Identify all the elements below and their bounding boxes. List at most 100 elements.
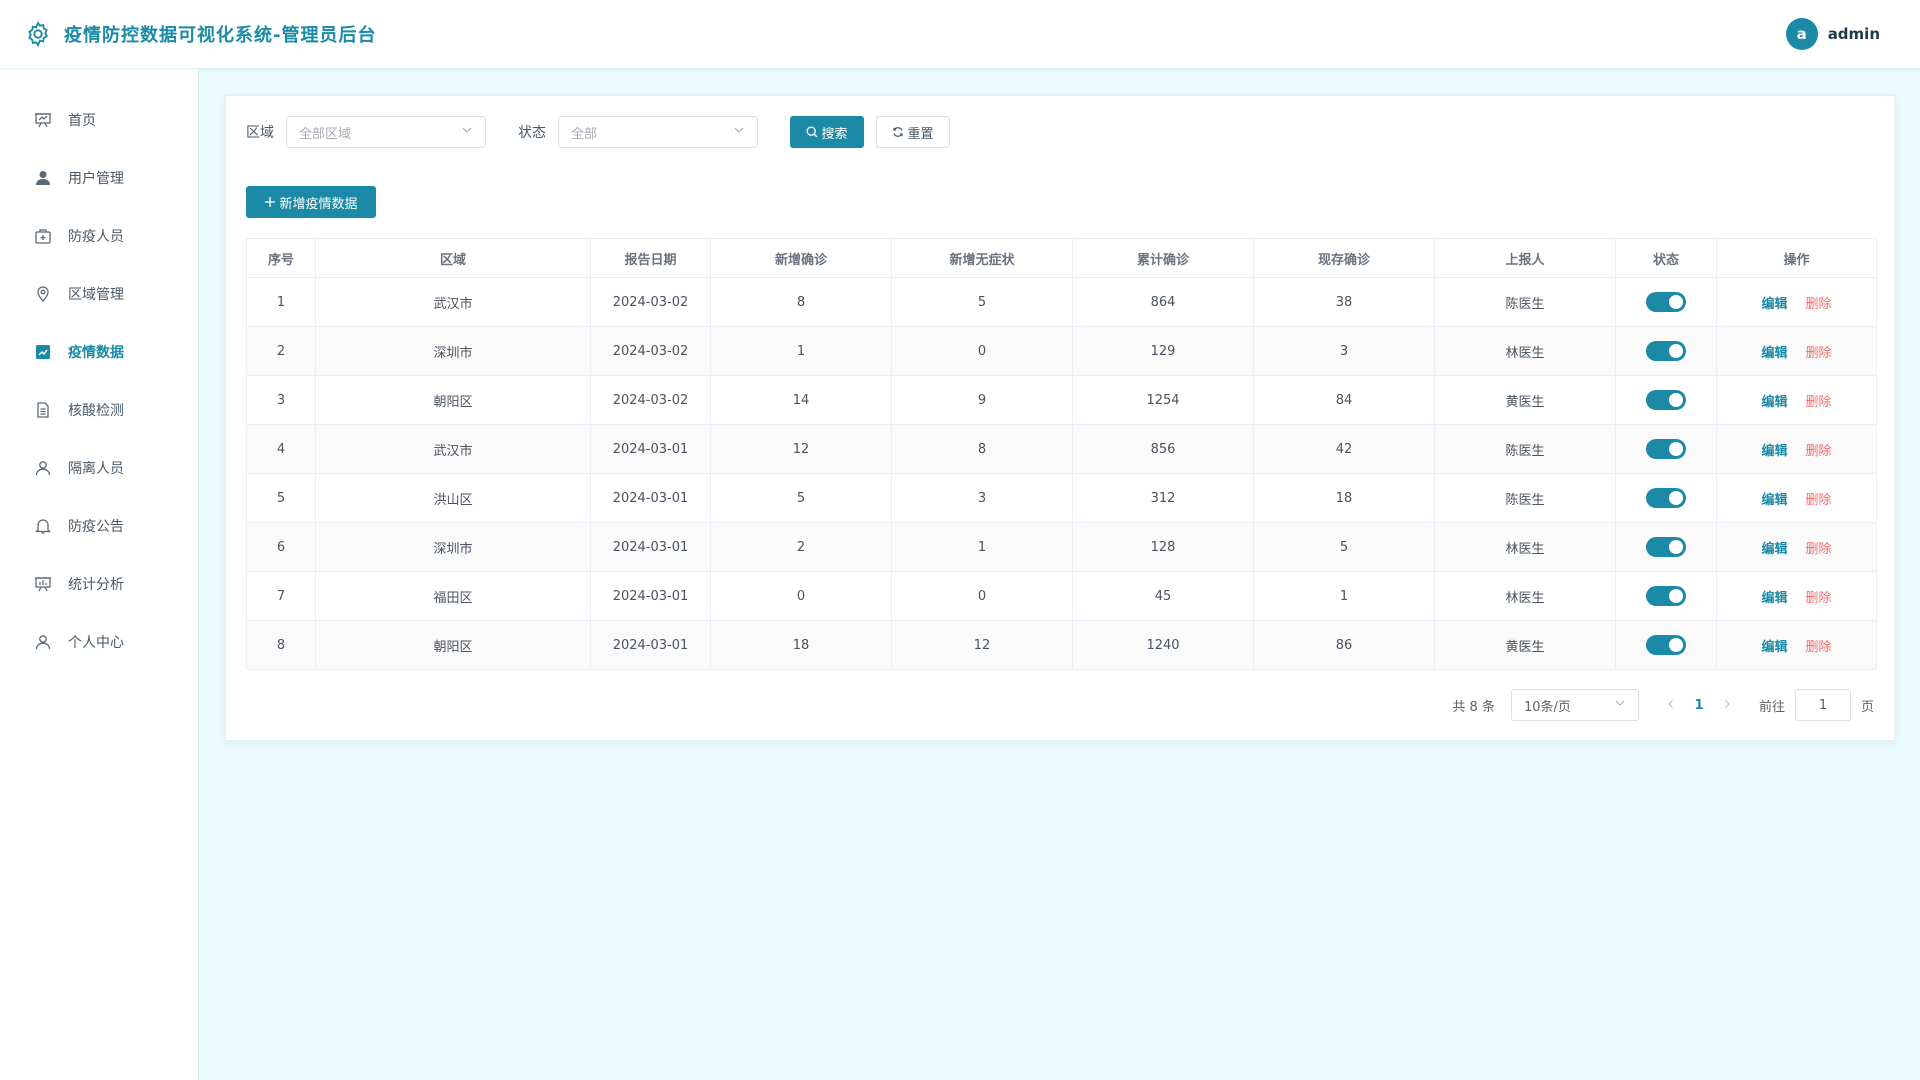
sidebar-item-regions[interactable]: 区域管理 — [0, 265, 198, 323]
status-toggle[interactable] — [1646, 635, 1686, 655]
edit-link[interactable]: 编辑 — [1761, 297, 1787, 312]
edit-link[interactable]: 编辑 — [1761, 395, 1787, 410]
sidebar-item-label: 隔离人员 — [68, 461, 124, 477]
edit-link[interactable]: 编辑 — [1761, 591, 1787, 606]
cell-date: 2024-03-01 — [590, 473, 711, 523]
refresh-icon — [893, 127, 904, 137]
app-title: 疫情防控数据可视化系统-管理员后台 — [64, 25, 377, 46]
cell-actions: 编辑 删除 — [1716, 473, 1877, 523]
sidebar-item-users[interactable]: 用户管理 — [0, 149, 198, 207]
username[interactable]: admin — [1828, 25, 1880, 43]
pagination: 共 8 条 10条/页 1 前往 1 页 — [1452, 689, 1874, 721]
edit-link[interactable]: 编辑 — [1761, 444, 1787, 459]
toggle-knob — [1669, 393, 1683, 407]
cell-reporter: 陈医生 — [1434, 473, 1616, 523]
edit-link[interactable]: 编辑 — [1761, 346, 1787, 361]
cell-new-asymptomatic: 9 — [891, 375, 1073, 425]
prev-page-button[interactable] — [1659, 698, 1683, 713]
sidebar-item-quarantine[interactable]: 隔离人员 — [0, 439, 198, 497]
sidebar-item-statistics[interactable]: 统计分析 — [0, 555, 198, 613]
cell-current-confirmed: 42 — [1253, 424, 1435, 474]
sidebar-item-epidemic-data[interactable]: 疫情数据 — [0, 323, 198, 381]
table-header-row: 序号 区域 报告日期 新增确诊 新增无症状 累计确诊 现存确诊 上报人 状态 操… — [246, 238, 1877, 278]
status-toggle[interactable] — [1646, 292, 1686, 312]
cell-actions: 编辑 删除 — [1716, 277, 1877, 327]
delete-link[interactable]: 删除 — [1806, 297, 1832, 312]
column-header: 序号 — [246, 238, 316, 278]
cell-status — [1615, 620, 1717, 670]
table-row: 1 武汉市 2024-03-02 8 5 864 38 陈医生 编辑 删除 — [246, 277, 1877, 327]
cell-total-confirmed: 128 — [1072, 522, 1254, 572]
cell-region: 朝阳区 — [315, 375, 591, 425]
cell-new-asymptomatic: 5 — [891, 277, 1073, 327]
status-toggle[interactable] — [1646, 488, 1686, 508]
toggle-knob — [1669, 295, 1683, 309]
region-filter-label: 区域 — [246, 125, 274, 141]
delete-link[interactable]: 删除 — [1806, 444, 1832, 459]
search-button[interactable]: 搜索 — [790, 116, 864, 148]
cell-no: 8 — [246, 620, 316, 670]
sidebar-item-nucleic-test[interactable]: 核酸检测 — [0, 381, 198, 439]
status-toggle[interactable] — [1646, 537, 1686, 557]
user-menu[interactable]: a admin — [1785, 18, 1880, 50]
cell-reporter: 黄医生 — [1434, 620, 1616, 670]
column-header: 现存确诊 — [1253, 238, 1435, 278]
cell-date: 2024-03-02 — [590, 375, 711, 425]
cell-status — [1615, 473, 1717, 523]
cell-current-confirmed: 3 — [1253, 326, 1435, 376]
cell-status — [1615, 522, 1717, 572]
sidebar-item-announcements[interactable]: 防疫公告 — [0, 497, 198, 555]
add-epidemic-data-button[interactable]: 新增疫情数据 — [246, 186, 376, 218]
status-select[interactable]: 全部 — [558, 116, 758, 148]
page-size-select[interactable]: 10条/页 — [1510, 689, 1639, 721]
cell-date: 2024-03-02 — [590, 277, 711, 327]
cell-date: 2024-03-01 — [590, 522, 711, 572]
cell-new-asymptomatic: 12 — [891, 620, 1073, 670]
person-icon — [34, 459, 52, 477]
next-page-button[interactable] — [1715, 698, 1739, 713]
cell-region: 武汉市 — [315, 277, 591, 327]
cell-current-confirmed: 86 — [1253, 620, 1435, 670]
cell-region: 武汉市 — [315, 424, 591, 474]
sidebar-item-home[interactable]: 首页 — [0, 91, 198, 149]
delete-link[interactable]: 删除 — [1806, 346, 1832, 361]
status-toggle[interactable] — [1646, 341, 1686, 361]
page-suffix: 页 — [1860, 699, 1874, 715]
reset-button[interactable]: 重置 — [876, 116, 950, 148]
cell-reporter: 黄医生 — [1434, 375, 1616, 425]
page-number-current[interactable]: 1 — [1683, 698, 1715, 713]
table-row: 4 武汉市 2024-03-01 12 8 856 42 陈医生 编辑 删除 — [246, 424, 1877, 474]
chevron-down-icon — [1614, 697, 1626, 713]
delete-link[interactable]: 删除 — [1806, 395, 1832, 410]
reset-button-label: 重置 — [907, 126, 934, 142]
avatar[interactable]: a — [1785, 18, 1818, 50]
sidebar-item-profile[interactable]: 个人中心 — [0, 613, 198, 671]
top-header: 疫情防控数据可视化系统-管理员后台 a admin — [0, 0, 1920, 69]
search-button-label: 搜索 — [821, 126, 848, 142]
status-toggle[interactable] — [1646, 439, 1686, 459]
sidebar-item-label: 首页 — [68, 113, 96, 129]
column-header: 操作 — [1716, 238, 1877, 278]
sidebar-item-label: 个人中心 — [68, 635, 124, 651]
delete-link[interactable]: 删除 — [1806, 542, 1832, 557]
goto-page-input[interactable]: 1 — [1794, 689, 1851, 721]
delete-link[interactable]: 删除 — [1806, 640, 1832, 655]
toggle-knob — [1669, 540, 1683, 554]
cell-region: 洪山区 — [315, 473, 591, 523]
cell-reporter: 林医生 — [1434, 571, 1616, 621]
edit-link[interactable]: 编辑 — [1761, 542, 1787, 557]
edit-link[interactable]: 编辑 — [1761, 640, 1787, 655]
edit-link[interactable]: 编辑 — [1761, 493, 1787, 508]
sidebar-item-staff[interactable]: 防疫人员 — [0, 207, 198, 265]
search-icon — [807, 126, 818, 138]
epidemic-data-table: 序号 区域 报告日期 新增确诊 新增无症状 累计确诊 现存确诊 上报人 状态 操… — [246, 238, 1877, 670]
user-icon — [34, 169, 52, 187]
status-toggle[interactable] — [1646, 390, 1686, 410]
status-toggle[interactable] — [1646, 586, 1686, 606]
cell-current-confirmed: 1 — [1253, 571, 1435, 621]
delete-link[interactable]: 删除 — [1806, 493, 1832, 508]
document-icon — [34, 401, 52, 419]
delete-link[interactable]: 删除 — [1806, 591, 1832, 606]
region-select[interactable]: 全部区域 — [286, 116, 486, 148]
column-header: 区域 — [315, 238, 591, 278]
